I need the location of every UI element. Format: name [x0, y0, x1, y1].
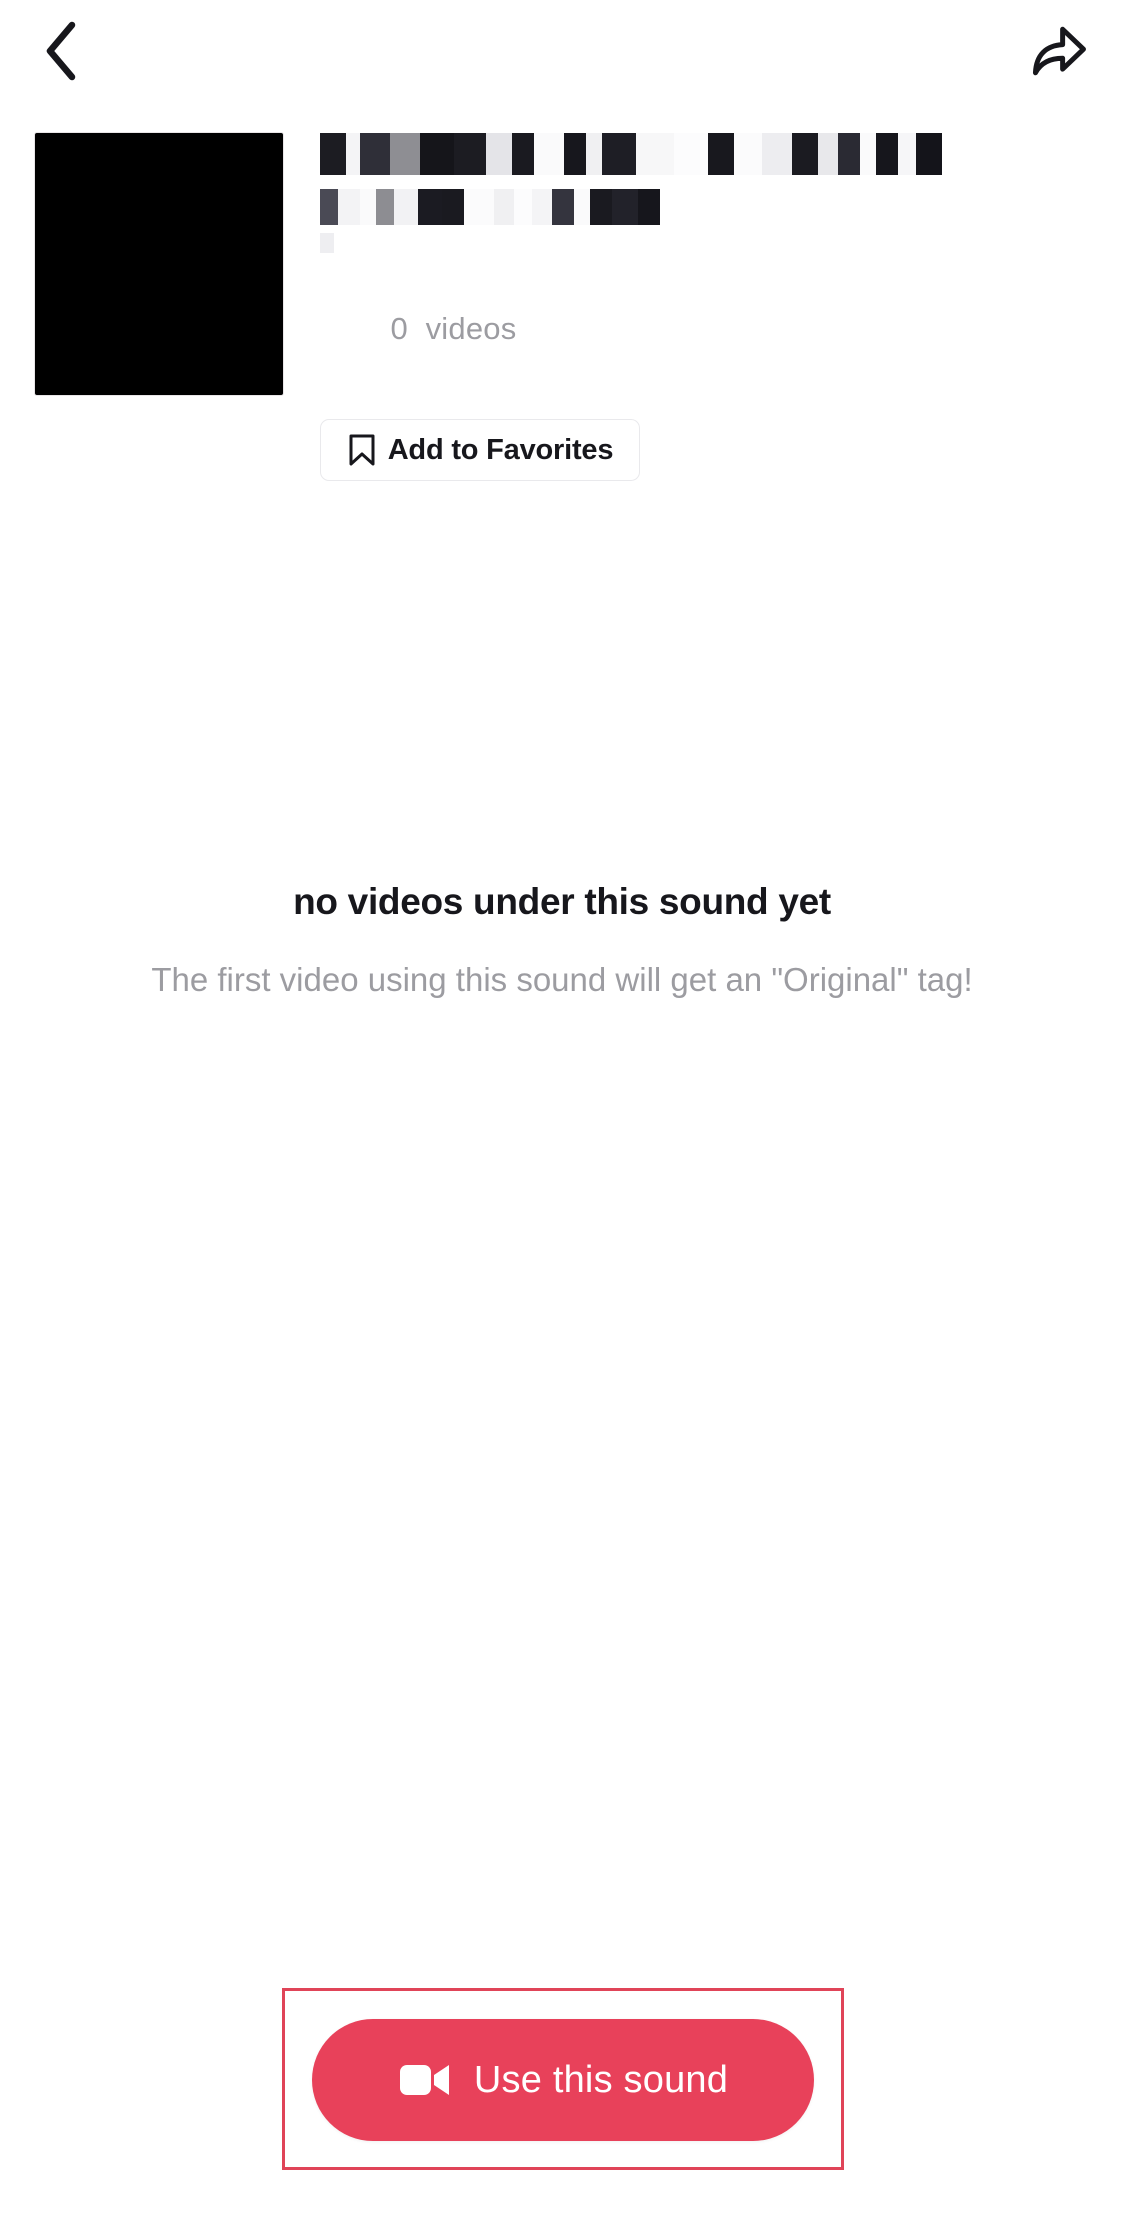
redaction-block	[534, 133, 564, 175]
redaction-block	[514, 189, 532, 225]
redaction-block	[638, 189, 660, 225]
redaction-block	[708, 133, 734, 175]
redaction-block	[360, 189, 376, 225]
use-this-sound-button[interactable]: Use this sound	[312, 2019, 814, 2141]
sound-title-line-3-redacted	[320, 233, 1080, 253]
add-to-favorites-button[interactable]: Add to Favorites	[320, 419, 640, 481]
redaction-block	[346, 133, 360, 175]
redaction-block	[376, 189, 394, 225]
redaction-block	[394, 189, 418, 225]
redaction-block	[320, 189, 338, 225]
redaction-block	[420, 133, 454, 175]
redaction-block	[320, 133, 346, 175]
redaction-block	[818, 133, 838, 175]
sound-details-column: 0 videos Add to Favorites	[320, 133, 1080, 481]
redaction-block	[512, 133, 534, 175]
redaction-block	[612, 189, 638, 225]
redaction-block	[674, 133, 708, 175]
use-this-sound-label: Use this sound	[473, 2058, 729, 2101]
redaction-block	[486, 133, 512, 175]
redaction-block	[762, 133, 792, 175]
redaction-block	[602, 133, 636, 175]
add-to-favorites-label: Add to Favorites	[387, 433, 614, 466]
sound-cover-art[interactable]	[35, 133, 283, 395]
video-count-value: 0	[390, 311, 408, 346]
redaction-block	[494, 189, 514, 225]
share-button[interactable]	[1016, 8, 1102, 94]
video-count-label: 0 videos	[320, 275, 1080, 383]
empty-state-section: no videos under this sound yet The first…	[0, 880, 1124, 1006]
empty-state-title: no videos under this sound yet	[293, 881, 831, 922]
redaction-block	[898, 133, 916, 175]
sound-detail-screen: 0 videos Add to Favorites no videos unde…	[0, 0, 1124, 2233]
redaction-block	[552, 189, 574, 225]
redaction-block	[838, 133, 860, 175]
redaction-block	[792, 133, 818, 175]
redaction-block	[338, 189, 360, 225]
redaction-block	[464, 189, 494, 225]
share-arrow-icon	[1032, 26, 1086, 76]
redaction-block	[586, 133, 602, 175]
chevron-left-icon	[46, 21, 76, 81]
video-camera-icon	[399, 2065, 449, 2095]
redaction-block	[574, 189, 590, 225]
redaction-block	[532, 189, 552, 225]
empty-state-subtitle: The first video using this sound will ge…	[151, 961, 973, 999]
redaction-block	[590, 189, 612, 225]
bookmark-icon	[349, 434, 375, 466]
redaction-block	[442, 189, 464, 225]
back-button[interactable]	[18, 8, 104, 94]
top-navigation-bar	[0, 0, 1124, 105]
redaction-block	[860, 133, 876, 175]
redaction-block	[360, 133, 390, 175]
sound-info-section: 0 videos Add to Favorites	[0, 133, 1124, 481]
sound-title-line-1-redacted	[320, 133, 1080, 175]
redaction-block	[454, 133, 486, 175]
redaction-block	[876, 133, 898, 175]
redaction-block	[390, 133, 420, 175]
video-count-unit: videos	[425, 311, 517, 346]
redaction-block	[636, 133, 674, 175]
redaction-block	[916, 133, 942, 175]
redaction-block	[418, 189, 442, 225]
sound-title-line-2-redacted	[320, 189, 1080, 225]
redaction-block	[320, 233, 334, 253]
redaction-block	[734, 133, 762, 175]
redaction-block	[564, 133, 586, 175]
